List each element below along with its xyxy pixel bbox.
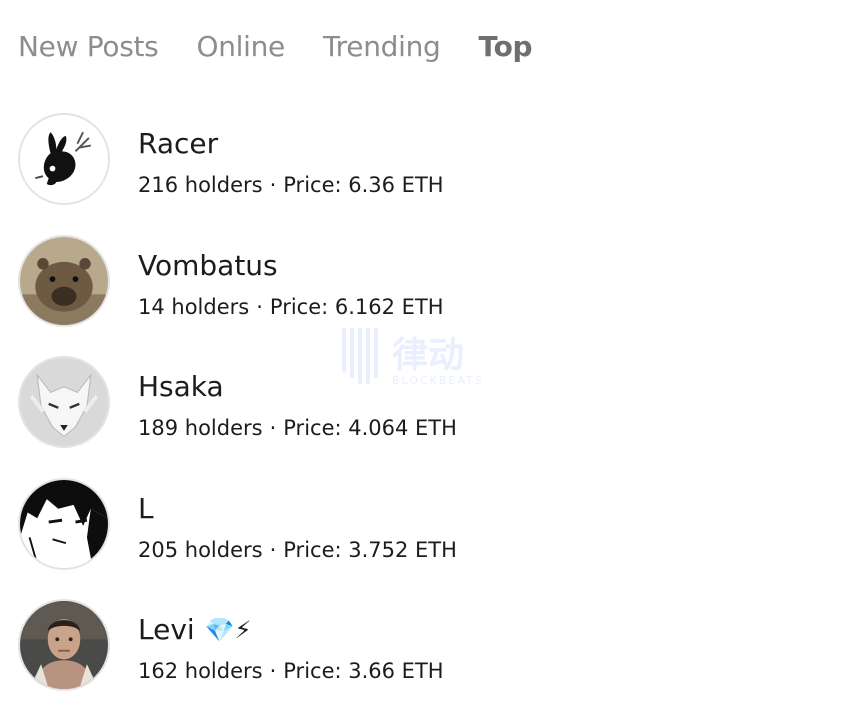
user-name[interactable]: Racer [138, 127, 218, 160]
user-name[interactable]: Vombatus [138, 249, 278, 282]
user-name[interactable]: Levi 💎⚡ [138, 613, 251, 646]
separator: · [269, 659, 277, 684]
badge-icons: 💎⚡ [204, 615, 252, 644]
tab-top[interactable]: Top [479, 30, 533, 63]
user-stats: 14 holders · Price: 6.162 ETH [138, 295, 444, 319]
person-photo-icon [20, 601, 108, 690]
separator: · [269, 537, 277, 562]
avatar[interactable] [18, 234, 110, 327]
tab-online[interactable]: Online [196, 30, 285, 63]
separator: · [256, 294, 263, 319]
list-item[interactable]: Hsaka 189 holders · Price: 4.064 ETH [18, 356, 818, 478]
anime-face-icon [20, 479, 108, 568]
rabbit-icon [20, 115, 108, 203]
separator: · [269, 416, 277, 441]
price-label: Price: 3.752 ETH [283, 537, 457, 562]
top-users-list: Racer 216 holders · Price: 6.36 ETH Vombat… [18, 113, 818, 721]
avatar[interactable] [18, 477, 110, 570]
user-stats: 205 holders · Price: 3.752 ETH [138, 538, 457, 562]
holders-count: 162 holders [138, 659, 263, 684]
wolf-icon [20, 358, 108, 447]
price-label: Price: 6.162 ETH [269, 294, 444, 319]
price-label: Price: 4.064 ETH [283, 416, 457, 441]
price-label: Price: 6.36 ETH [283, 173, 444, 197]
user-stats: 216 holders · Price: 6.36 ETH [138, 173, 444, 197]
tab-trending[interactable]: Trending [323, 30, 441, 63]
price-label: Price: 3.66 ETH [283, 659, 444, 684]
user-stats: 189 holders · Price: 4.064 ETH [138, 416, 457, 440]
list-item[interactable]: Vombatus 14 holders · Price: 6.162 ETH [18, 234, 818, 357]
user-stats: 162 holders · Price: 3.66 ETH [138, 659, 444, 683]
list-item[interactable]: Levi 💎⚡ 162 holders · Price: 3.66 ETH [18, 599, 818, 721]
tab-new-posts[interactable]: New Posts [18, 30, 159, 63]
feed-tabs: New Posts Online Trending Top [18, 27, 570, 65]
list-item[interactable]: L 205 holders · Price: 3.752 ETH [18, 477, 818, 600]
user-name[interactable]: Hsaka [138, 370, 224, 403]
holders-count: 189 holders [138, 416, 263, 441]
wombat-icon [20, 236, 108, 325]
holders-count: 205 holders [138, 537, 263, 562]
separator: · [269, 173, 277, 197]
avatar[interactable] [18, 599, 110, 692]
user-name[interactable]: L [138, 492, 154, 525]
holders-count: 216 holders [138, 173, 263, 197]
list-item[interactable]: Racer 216 holders · Price: 6.36 ETH [18, 113, 818, 235]
holders-count: 14 holders [138, 294, 250, 319]
avatar[interactable] [18, 356, 110, 449]
avatar[interactable] [18, 113, 110, 205]
